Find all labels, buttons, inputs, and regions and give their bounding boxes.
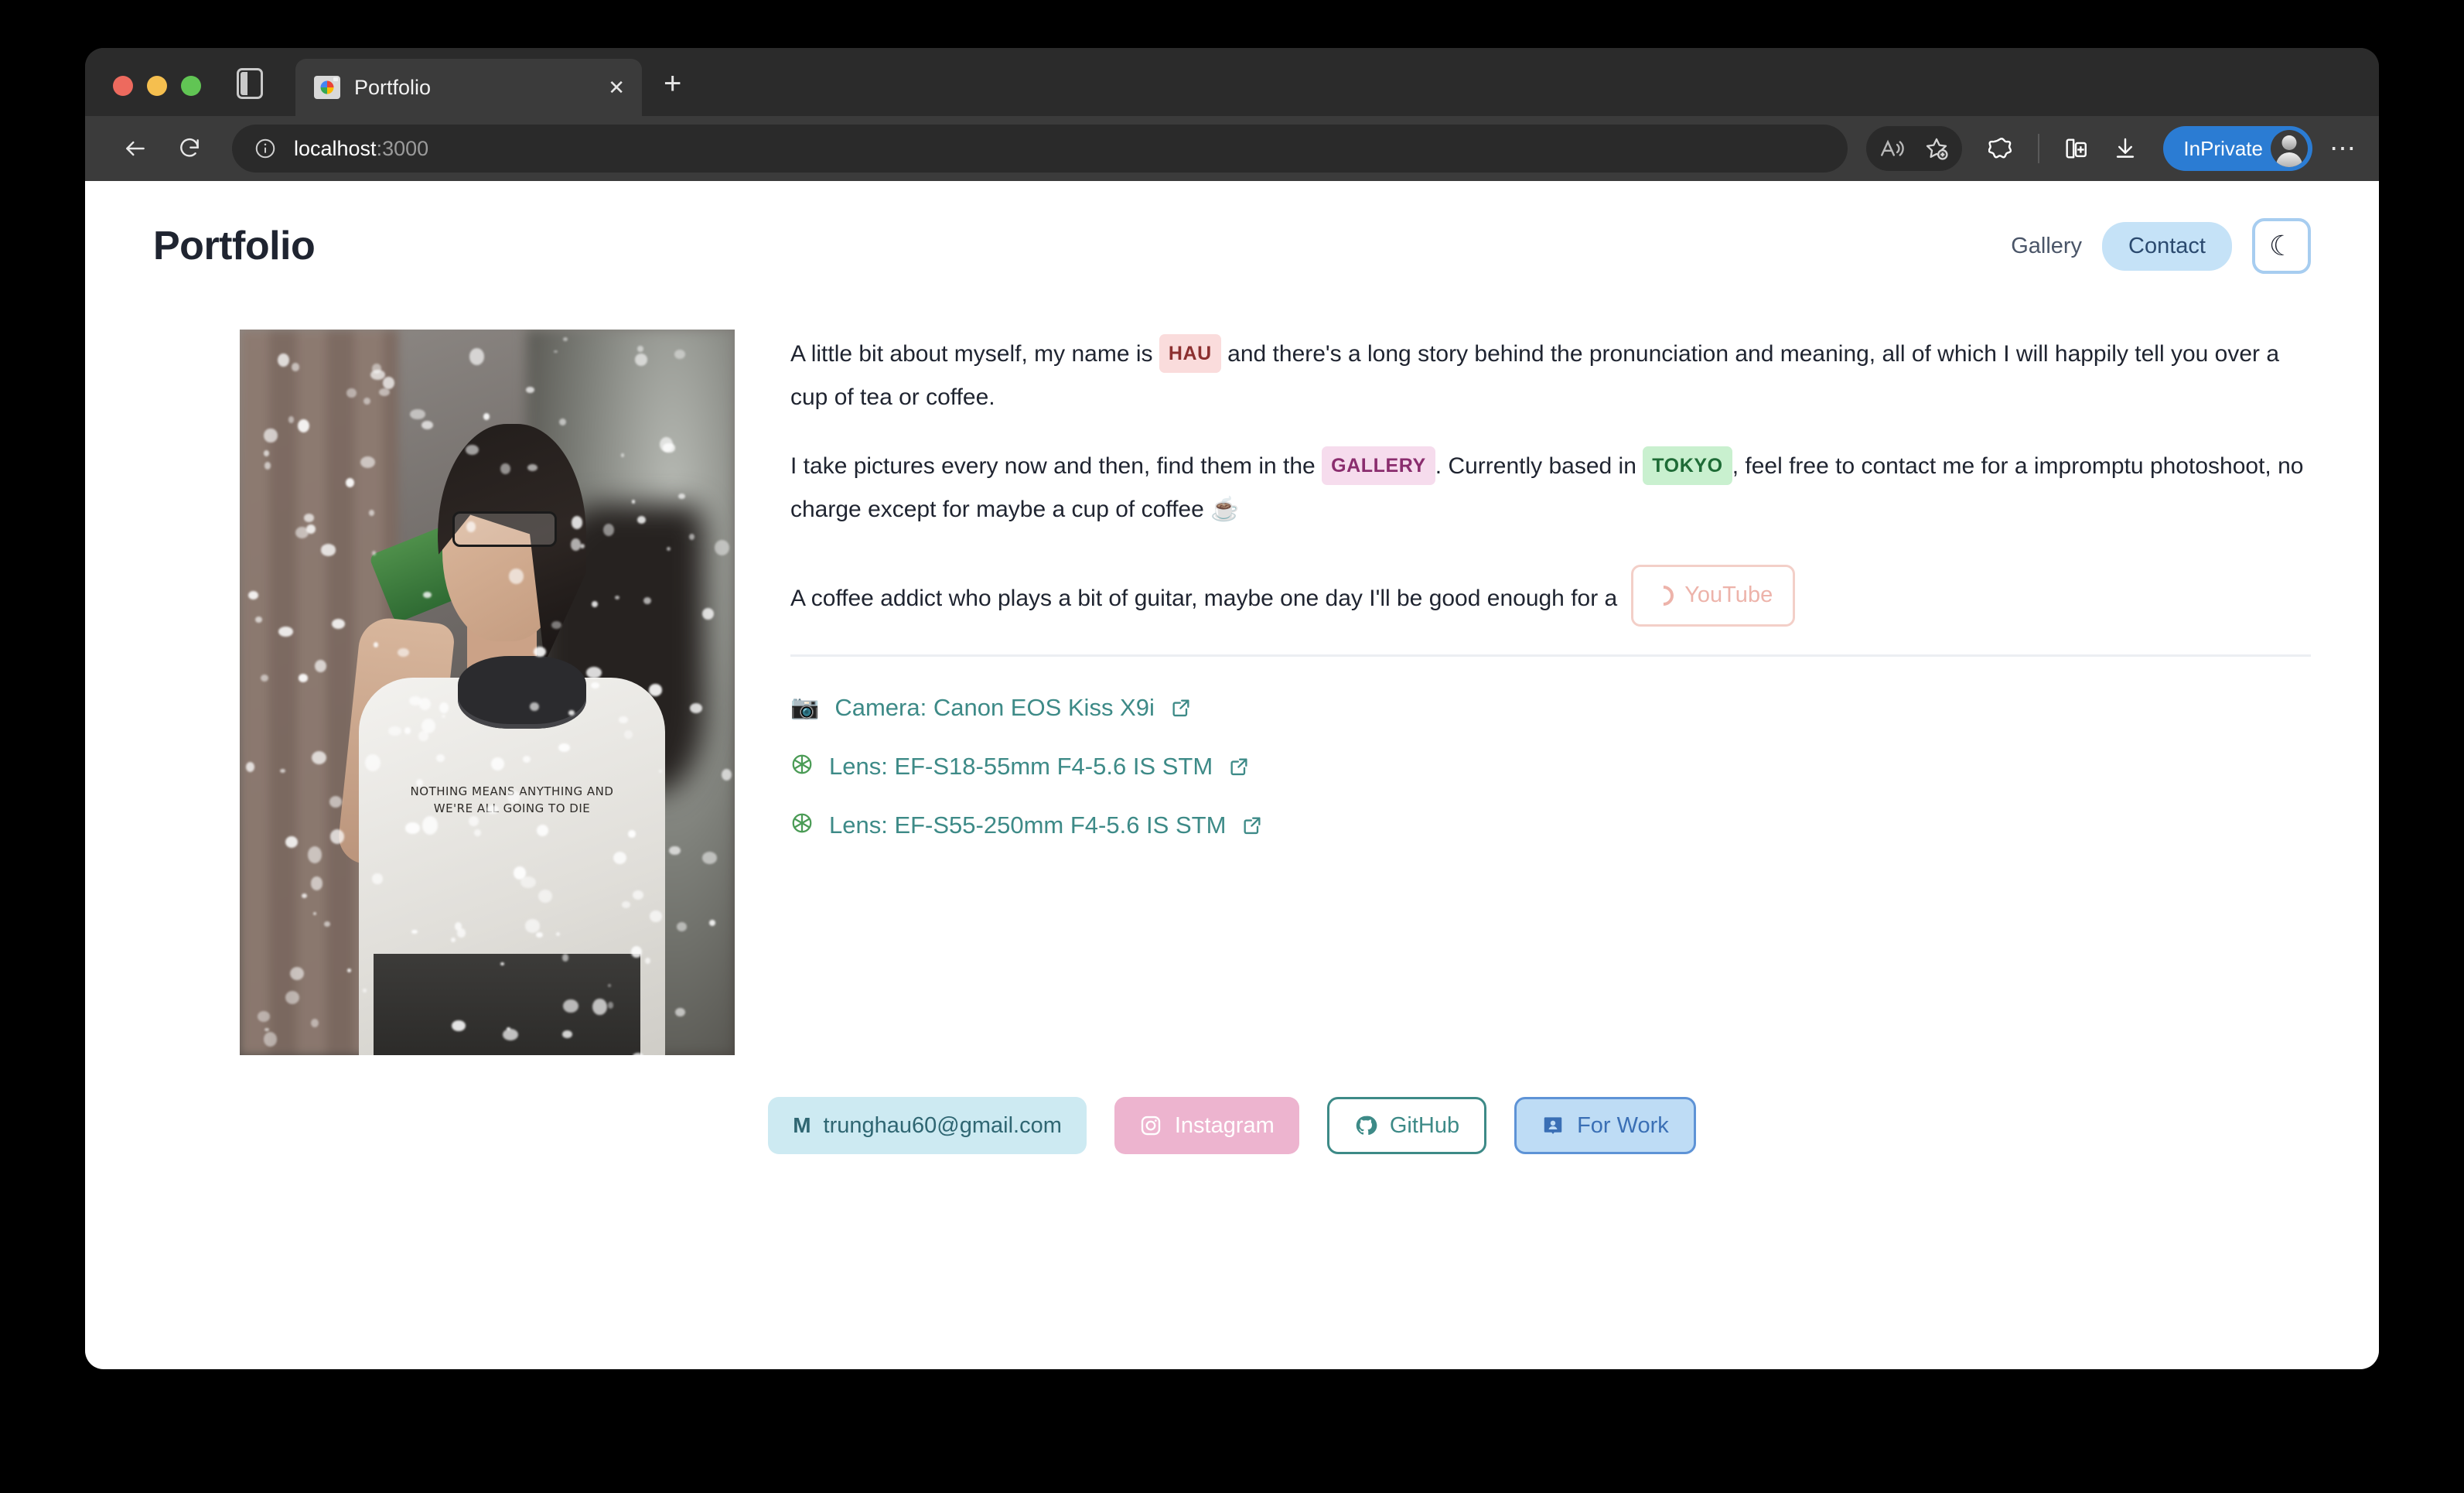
site-nav: Gallery Contact ☾: [2011, 218, 2311, 274]
email-button[interactable]: M trunghau60@gmail.com: [768, 1097, 1087, 1154]
about-paragraph-1: A little bit about myself, my name is HA…: [790, 333, 2311, 419]
github-icon: [1356, 1115, 1377, 1136]
headphones-shape: [457, 656, 586, 729]
github-label: GitHub: [1389, 1112, 1460, 1138]
email-label: trunghau60@gmail.com: [823, 1112, 1062, 1138]
more-menu-button[interactable]: ⋯: [2329, 133, 2357, 164]
nav-link-gallery[interactable]: Gallery: [2011, 234, 2082, 259]
minimize-window-button[interactable]: [147, 76, 167, 96]
read-aloud-icon[interactable]: [1869, 126, 1914, 171]
camera-favicon-icon: [314, 76, 340, 99]
tab-title: Portfolio: [354, 75, 432, 99]
youtube-chip[interactable]: YouTube: [1631, 565, 1796, 627]
tag-name: HAU: [1159, 334, 1221, 374]
gear-item-camera[interactable]: 📷 Camera: Canon EOS Kiss X9i: [790, 694, 2311, 722]
gear-list: 📷 Camera: Canon EOS Kiss X9i Lens: EF-S1…: [790, 694, 2311, 839]
nav-link-contact[interactable]: Contact: [2102, 221, 2232, 271]
about-section: A little bit about myself, my name is HA…: [790, 330, 2311, 1055]
p2-before: I take pictures every now and then, find…: [790, 453, 1322, 479]
window-traffic-lights: [113, 76, 201, 116]
gmail-icon: M: [793, 1113, 811, 1137]
url-port: :3000: [376, 136, 429, 160]
add-favorite-icon[interactable]: [1914, 126, 1959, 171]
instagram-label: Instagram: [1174, 1112, 1275, 1138]
about-paragraph-3: A coffee addict who plays a bit of guita…: [790, 557, 2311, 627]
url-text: localhost:3000: [294, 137, 428, 161]
camera-icon: 📷: [790, 694, 820, 720]
back-arrow-icon[interactable]: [111, 125, 159, 173]
page-viewport: Portfolio Gallery Contact ☾ NOTHING MEAN…: [85, 181, 2379, 1369]
p3-text: A coffee addict who plays a bit of guita…: [790, 585, 1618, 611]
sidebar-toggle-icon[interactable]: [237, 68, 263, 99]
browser-toolbar: localhost:3000 InPrivate ⋯: [85, 116, 2379, 181]
moon-icon: ☾: [2268, 230, 2295, 261]
instagram-button[interactable]: Instagram: [1114, 1097, 1299, 1154]
for-work-button[interactable]: For Work: [1514, 1097, 1696, 1154]
social-links-row: M trunghau60@gmail.com Instagram GitHub …: [85, 1097, 2379, 1154]
close-window-button[interactable]: [113, 76, 133, 96]
contact-card-icon: [1544, 1117, 1562, 1134]
downloads-icon[interactable]: [2103, 126, 2148, 171]
youtube-loading-icon: [1649, 581, 1678, 610]
external-link-icon[interactable]: [1170, 697, 1192, 719]
p2-mid: . Currently based in: [1435, 453, 1643, 479]
gear-item-lens-2[interactable]: Lens: EF-S55-250mm F4-5.6 IS STM: [790, 811, 2311, 839]
about-paragraph-2: I take pictures every now and then, find…: [790, 445, 2311, 531]
main-content: NOTHING MEANS ANYTHING AND WE'RE ALL GOI…: [85, 274, 2379, 1055]
toolbar-divider: [2038, 134, 2040, 163]
youtube-label: YouTube: [1684, 583, 1773, 607]
external-link-icon[interactable]: [1228, 756, 1250, 777]
gear-label: Lens: EF-S18-55mm F4-5.6 IS STM: [829, 752, 1213, 780]
for-work-label: For Work: [1577, 1112, 1669, 1138]
theme-toggle-button[interactable]: ☾: [2252, 218, 2311, 274]
tab-strip: Portfolio ✕ +: [85, 48, 2379, 116]
inprivate-label: InPrivate: [2183, 136, 2263, 160]
tag-gallery[interactable]: GALLERY: [1322, 446, 1435, 486]
info-icon[interactable]: [254, 137, 277, 160]
address-bar[interactable]: localhost:3000: [232, 125, 1848, 173]
github-button[interactable]: GitHub: [1326, 1097, 1487, 1154]
profile-photo: NOTHING MEANS ANYTHING AND WE'RE ALL GOI…: [240, 330, 735, 1055]
split-screen-icon[interactable]: [2053, 126, 2098, 171]
toolbar-actions: InPrivate ⋯: [1866, 126, 2357, 171]
maximize-window-button[interactable]: [181, 76, 201, 96]
instagram-icon: [1141, 1115, 1161, 1136]
avatar: [2271, 130, 2308, 167]
aperture-icon: [790, 811, 814, 839]
url-host: localhost: [294, 136, 377, 160]
section-divider: [790, 654, 2311, 657]
p1-before: A little bit about myself, my name is: [790, 341, 1159, 367]
site-header: Portfolio Gallery Contact ☾: [85, 181, 2379, 274]
browser-tab[interactable]: Portfolio ✕: [295, 59, 642, 116]
gear-label: Camera: Canon EOS Kiss X9i: [834, 693, 1155, 721]
reload-icon[interactable]: [166, 125, 213, 173]
gear-label: Lens: EF-S55-250mm F4-5.6 IS STM: [829, 811, 1227, 839]
new-tab-button[interactable]: +: [664, 68, 681, 99]
page-title: Portfolio: [153, 224, 316, 268]
inprivate-profile-button[interactable]: InPrivate: [2163, 126, 2312, 171]
gear-item-lens-1[interactable]: Lens: EF-S18-55mm F4-5.6 IS STM: [790, 753, 2311, 781]
aperture-icon: [790, 753, 814, 781]
copilot-icon[interactable]: [1979, 126, 2024, 171]
close-icon[interactable]: ✕: [608, 77, 625, 97]
tag-tokyo: TOKYO: [1643, 446, 1732, 486]
browser-window: Portfolio ✕ + localhost:3000 InPrivate ⋯…: [85, 48, 2379, 1369]
read-aloud-favorites-group: [1866, 126, 1963, 171]
external-link-icon[interactable]: [1241, 815, 1263, 836]
